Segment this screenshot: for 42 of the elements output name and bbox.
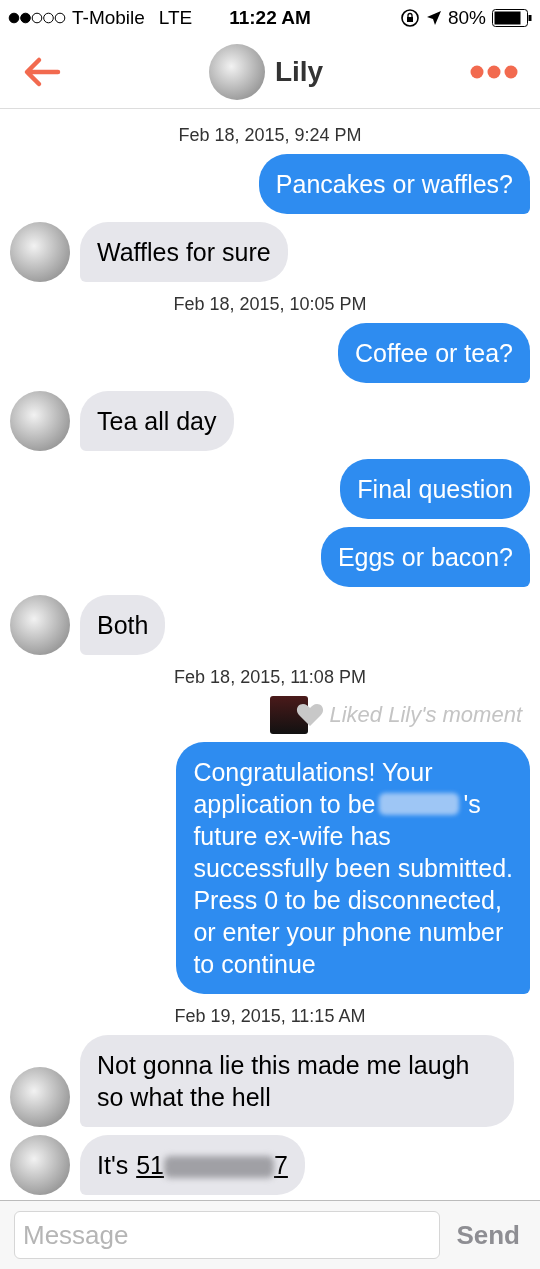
timestamp: Feb 18, 2015, 11:08 PM: [173, 667, 367, 688]
liked-moment-text: Liked Lily's moment: [329, 702, 522, 728]
phone-link[interactable]: 51 7: [136, 1151, 288, 1179]
avatar[interactable]: [10, 595, 70, 655]
message-input[interactable]: Message: [14, 1211, 441, 1259]
carrier-name: T-Mobile: [72, 7, 145, 29]
message-text: It's: [97, 1151, 129, 1179]
message-text: application to be: [193, 789, 376, 820]
message-text: future ex-wife has: [193, 821, 391, 852]
received-message: Both: [80, 595, 166, 655]
avatar[interactable]: [10, 1135, 70, 1195]
message-text: successfully been submitted.: [193, 853, 513, 884]
network-type: LTE: [158, 7, 193, 29]
avatar[interactable]: [10, 222, 70, 282]
received-message: Waffles for sure: [80, 222, 288, 282]
sent-message: Pancakes or waffles?: [258, 154, 530, 214]
heart-icon: [295, 703, 324, 727]
message-text: or enter your phone number: [193, 917, 504, 948]
contact-name[interactable]: Lily: [274, 56, 324, 88]
sent-message: Eggs or bacon?: [320, 527, 530, 587]
clock: 11:22 AM: [229, 7, 311, 29]
message-text: 's: [463, 789, 481, 820]
rotation-lock-icon: [400, 8, 420, 28]
location-arrow-icon: [426, 10, 442, 26]
sent-message: Final question: [340, 459, 530, 519]
back-button[interactable]: [22, 56, 62, 88]
more-options-button[interactable]: [470, 65, 518, 79]
battery-percentage: 80%: [448, 7, 486, 29]
timestamp: Feb 19, 2015, 11:15 AM: [173, 1006, 367, 1027]
message-text: to continue: [193, 949, 316, 980]
sent-message: Coffee or tea?: [338, 323, 530, 383]
battery-icon: [492, 9, 532, 27]
timestamp: Feb 18, 2015, 9:24 PM: [177, 125, 363, 146]
signal-icon: [8, 12, 66, 24]
avatar[interactable]: [10, 1067, 70, 1127]
received-message: Tea all day: [80, 391, 234, 451]
received-message: Not gonna lie this made me laugh so what the hell: [80, 1035, 514, 1127]
message-text: Press 0 to be disconnected,: [193, 885, 502, 916]
photo-placeholder: [269, 696, 308, 734]
timestamp: Feb 18, 2015, 10:05 PM: [172, 294, 368, 315]
message-text: Congratulations! Your: [193, 757, 433, 788]
avatar[interactable]: [10, 391, 70, 451]
